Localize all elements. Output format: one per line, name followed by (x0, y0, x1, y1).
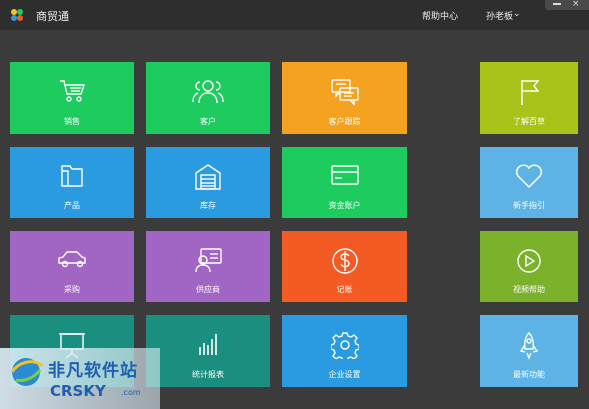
warehouse-icon (195, 164, 221, 190)
bar-chart-icon (199, 334, 217, 355)
tile-suppliers[interactable]: 供应商 (146, 231, 270, 302)
tile-label: 了解百草 (513, 117, 545, 126)
tile-customers[interactable]: 客户 (146, 62, 270, 134)
tile-products[interactable]: 产品 (10, 147, 134, 218)
tile-label: 最新功能 (513, 370, 545, 379)
card-icon (330, 165, 359, 185)
tile-label: 供应商 (196, 285, 220, 294)
watermark-en-text: CRSKY (50, 382, 106, 400)
rocket-icon (519, 332, 539, 360)
tile-label: 统计报表 (192, 370, 224, 379)
tile-label: 采购 (64, 285, 80, 294)
tile-label: 新手指引 (513, 201, 545, 210)
tile-label: 企业设置 (328, 370, 361, 379)
chat-icon (330, 79, 359, 106)
close-icon[interactable]: × (572, 0, 580, 9)
tile-reports[interactable]: 统计报表 (146, 315, 270, 387)
minimize-icon[interactable] (553, 3, 561, 5)
help-center-link[interactable]: 帮助中心 (422, 9, 458, 22)
watermark-cn-text: 非凡软件站 (48, 361, 138, 381)
folder-icon (61, 165, 83, 187)
app-logo-icon (11, 9, 23, 21)
heart-icon (515, 164, 543, 189)
app-title: 商贸通 (36, 10, 69, 23)
tile-about[interactable]: 了解百草 (480, 62, 578, 134)
tile-purchase[interactable]: 采购 (10, 231, 134, 302)
flag-icon (521, 80, 540, 105)
user-menu[interactable]: 孙老板 (486, 9, 513, 22)
gear-icon (330, 332, 359, 359)
watermark-com-text: .com (121, 388, 141, 397)
tile-customer-tracking[interactable]: 客户跟踪 (282, 62, 407, 134)
window-controls (545, 0, 589, 10)
people-icon (192, 80, 224, 104)
tile-fund-accounts[interactable]: 资金账户 (282, 147, 407, 218)
tile-label: 客户跟踪 (328, 117, 361, 126)
tile-label: 资金账户 (328, 201, 361, 210)
tile-label: 视频帮助 (513, 285, 545, 294)
tile-label: 销售 (64, 117, 80, 126)
tile-accounting[interactable]: 记账 (282, 231, 407, 302)
tile-video-help[interactable]: 视频帮助 (480, 231, 578, 302)
tile-beginner-guide[interactable]: 新手指引 (480, 147, 578, 218)
tile-label: 库存 (200, 201, 216, 210)
play-icon (517, 249, 541, 273)
watermark-logo-icon (10, 358, 44, 386)
chevron-down-icon[interactable]: ⌄ (513, 9, 521, 19)
car-icon (58, 251, 86, 268)
tile-label: 产品 (64, 201, 80, 210)
dollar-icon (331, 248, 358, 274)
tile-company-settings[interactable]: 企业设置 (282, 315, 407, 387)
cart-icon (60, 80, 85, 102)
tile-new-features[interactable]: 最新功能 (480, 315, 578, 387)
tile-sales[interactable]: 销售 (10, 62, 134, 134)
supplier-icon (195, 248, 222, 273)
tile-label: 记账 (336, 285, 353, 294)
tile-label: 客户 (200, 117, 216, 126)
tile-inventory[interactable]: 库存 (146, 147, 270, 218)
